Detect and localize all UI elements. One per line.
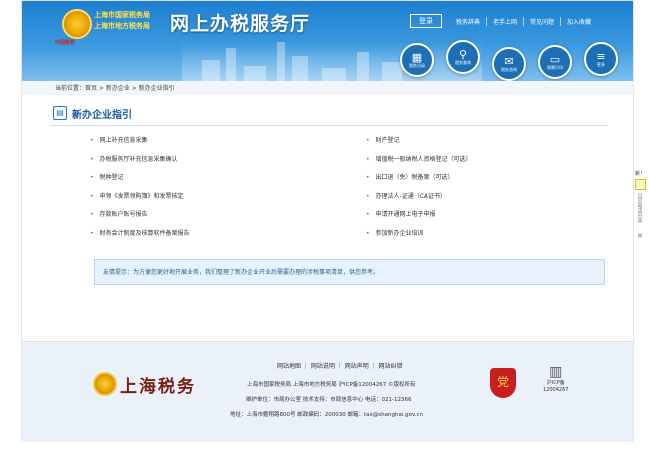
list-item[interactable]: • 增值税一般纳税人资格登记（可选） xyxy=(366,154,472,173)
circle-button-more[interactable]: ≡ 更多 xyxy=(584,42,618,76)
link-text: 办税服务厅补充信息采集确认 xyxy=(99,155,178,163)
floating-share-tab[interactable]: 新！ 日贝电话分享 × xyxy=(634,170,646,270)
circle-label: 税务查询 xyxy=(455,59,471,65)
bullet-icon: • xyxy=(90,211,94,218)
list-item[interactable]: • 财务会计制度及核算软件备案报告 xyxy=(90,228,190,247)
list-item[interactable]: • 财产登记 xyxy=(366,135,472,154)
org-line-1: 上海市国家税务局 xyxy=(94,11,150,19)
close-icon[interactable]: × xyxy=(634,231,646,240)
circle-label: 税务分局 xyxy=(409,62,425,68)
bullet-icon: • xyxy=(366,174,370,181)
link-text: 网上补充信息采集 xyxy=(99,137,148,144)
icp-icon: ▥ xyxy=(549,364,563,380)
breadcrumb-bar: 当前位置：首页 > 新办企业 > 新办企业指引 xyxy=(22,81,633,95)
bullet-icon: • xyxy=(366,229,370,237)
share-tab-text: 日贝电话分享 xyxy=(636,193,643,223)
breadcrumb: 当前位置：首页 > 新办企业 > 新办企业指引 xyxy=(55,85,175,92)
list-item[interactable]: • 申请开通网上电子申报 xyxy=(366,209,472,228)
circle-button-print[interactable]: ▭ 税票打印 xyxy=(538,45,572,79)
tip-text: 友情提示：为方便您更好地开展业务，我们整理了新办企业开业后需要办理的涉税事项清单… xyxy=(103,269,380,276)
chat-icon: ✉ xyxy=(504,54,514,68)
footer-link-about[interactable]: 网站说明 xyxy=(311,363,335,370)
bullet-icon: • xyxy=(90,229,94,237)
list-item[interactable]: • 税种登记 xyxy=(90,172,190,191)
login-button[interactable]: 登录 xyxy=(410,14,442,28)
list-item[interactable]: • 办税服务厅补充信息采集确认 xyxy=(90,154,190,173)
nav-beginner[interactable]: 老手上网 xyxy=(486,16,523,26)
bullet-icon: • xyxy=(90,155,94,163)
quick-circles: ▦ 税务分局 ⚲ 税务查询 ✉ 税务咨询 ▭ 税票打印 ≡ 更多 xyxy=(400,40,630,81)
site-title: 网上办税服务厅 xyxy=(170,13,311,35)
link-text: 财产登记 xyxy=(375,137,400,144)
circle-button-query[interactable]: ⚲ 税务查询 xyxy=(446,40,480,74)
footer-link-statement[interactable]: 网站声明 xyxy=(345,363,369,370)
section-title: 新办企业指引 xyxy=(72,110,132,121)
list-item[interactable]: • 参加新办企业培训 xyxy=(366,228,472,247)
icp-label-1: 沪ICP备 xyxy=(546,380,565,386)
tip-box: 友情提示：为方便您更好地开展业务，我们整理了新办企业开业后需要办理的涉税事项清单… xyxy=(94,259,605,285)
section-header: ▤ 新办企业指引 xyxy=(50,101,608,126)
nav-tax-dictionary[interactable]: 税务辞典 xyxy=(450,17,486,26)
list-item[interactable]: • 网上补充信息采集 xyxy=(90,135,190,154)
site-footer: 上海税务 网站地图 ｜ 网站说明 ｜ 网站声明 ｜ 网站纠错 上海市国家税务局 … xyxy=(22,341,633,442)
site-header: 中国税务 上海市国家税务局 上海市地方税务局 网上办税服务厅 登录 税务辞典 老… xyxy=(22,1,633,81)
bullet-icon: • xyxy=(90,137,94,144)
top-nav: 登录 税务辞典 老手上网 常见问题 加入收藏 xyxy=(410,14,597,28)
right-link-list: • 财产登记 • 增值税一般纳税人资格登记（可选） • 出口退（免）税备案（可选） •… xyxy=(366,135,472,246)
link-text: 税种登记 xyxy=(99,174,124,181)
circle-label: 更多 xyxy=(597,61,605,67)
share-tab-icon[interactable] xyxy=(634,179,646,190)
emblem-caption: 中国税务 xyxy=(55,40,76,46)
circle-button-branch[interactable]: ▦ 税务分局 xyxy=(400,43,434,77)
party-badge-icon[interactable]: 党 xyxy=(490,368,516,398)
icp-label-2: 12004267 xyxy=(543,387,569,393)
monitor-icon: ▭ xyxy=(549,52,561,66)
list-item[interactable]: • 存款账户账号报告 xyxy=(90,209,190,228)
nav-add-favorite[interactable]: 加入收藏 xyxy=(560,16,597,26)
bullet-icon: • xyxy=(90,174,94,181)
building-icon: ▦ xyxy=(411,50,423,64)
icp-badge[interactable]: ▥ 沪ICP备 12004267 xyxy=(543,364,568,394)
org-line-2: 上海市地方税务局 xyxy=(94,22,150,30)
org-names: 上海市国家税务局 上海市地方税务局 xyxy=(94,10,150,32)
main-content: ▤ 新办企业指引 • 网上补充信息采集 • 办税服务厅补充信息采集确认 • 税种登记 … xyxy=(50,101,608,341)
section-icon: ▤ xyxy=(53,106,67,120)
circle-label: 税务咨询 xyxy=(501,66,517,72)
bullet-icon: • xyxy=(366,155,370,163)
link-text: 增值税一般纳税人资格登记（可选） xyxy=(375,155,472,163)
bullet-icon: • xyxy=(366,192,370,200)
badge-glyph: 党 xyxy=(496,375,509,389)
list-item[interactable]: • 出口退（免）税备案（可选） xyxy=(366,172,472,191)
link-text: 财务会计制度及核算软件备案报告 xyxy=(99,229,190,237)
page-frame: 中国税务 上海市国家税务局 上海市地方税务局 网上办税服务厅 登录 税务辞典 老… xyxy=(21,0,634,442)
tax-emblem-icon xyxy=(62,9,92,39)
footer-maintainer: 维护单位：市局办公室 技术支持：市局信息中心 电话：021-12366 xyxy=(246,397,412,403)
footer-copyright: 上海市国家税务局 上海市地方税务局 沪ICP备12004267 ©版权所有 xyxy=(247,382,416,388)
bullet-icon: • xyxy=(366,211,370,218)
circle-button-consult[interactable]: ✉ 税务咨询 xyxy=(492,47,526,81)
link-text: 办理法人-证通（CA证书） xyxy=(375,192,447,200)
share-tab-label: 新！ xyxy=(634,171,645,177)
search-icon: ⚲ xyxy=(458,47,468,61)
link-text: 申领《发票领购簿》和发票核定 xyxy=(99,192,184,200)
left-link-list: • 网上补充信息采集 • 办税服务厅补充信息采集确认 • 税种登记 • 申领《发票领购簿… xyxy=(90,135,190,246)
link-text: 出口退（免）税备案（可选） xyxy=(375,174,454,181)
footer-links: 网站地图 ｜ 网站说明 ｜ 网站声明 ｜ 网站纠错 xyxy=(277,363,403,370)
list-item[interactable]: • 办理法人-证通（CA证书） xyxy=(366,191,472,210)
list-item[interactable]: • 申领《发票领购簿》和发票核定 xyxy=(90,191,190,210)
bullet-icon: • xyxy=(366,137,370,144)
link-text: 参加新办企业培训 xyxy=(375,229,424,237)
bullet-icon: • xyxy=(90,192,94,200)
link-text: 申请开通网上电子申报 xyxy=(375,211,436,218)
menu-icon: ≡ xyxy=(596,49,606,63)
footer-link-sitemap[interactable]: 网站地图 xyxy=(277,363,301,370)
tax-emblem-icon xyxy=(93,372,117,396)
footer-address: 地址：上海市衢翔路800号 邮政编码：200030 邮箱：tax@shangha… xyxy=(230,412,424,418)
link-text: 存款账户账号报告 xyxy=(99,211,148,218)
footer-link-report-error[interactable]: 网站纠错 xyxy=(379,363,403,370)
footer-logo: 上海税务 xyxy=(120,377,196,397)
nav-faq[interactable]: 常见问题 xyxy=(523,16,560,26)
circle-label: 税票打印 xyxy=(547,64,563,70)
